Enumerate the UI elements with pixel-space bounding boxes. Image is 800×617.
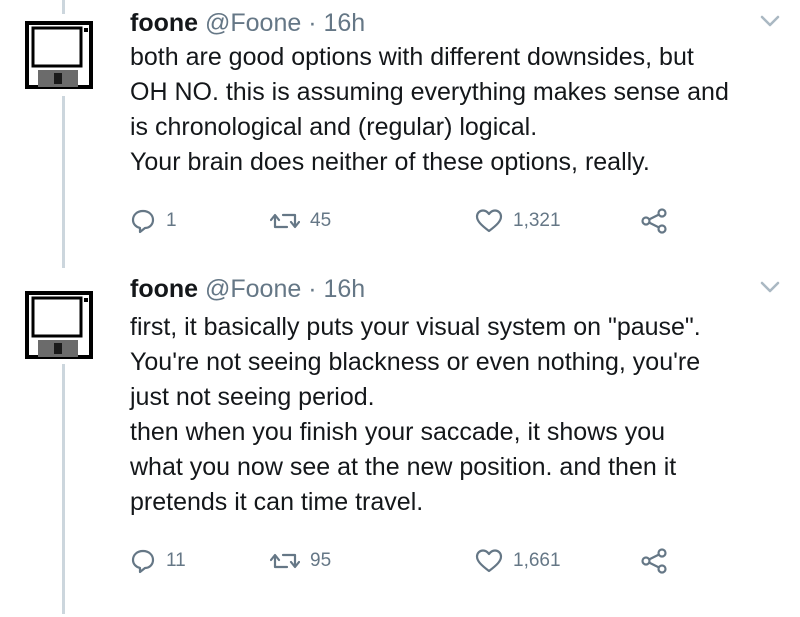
retweet-button[interactable]: 45 — [270, 206, 331, 236]
retweet-button[interactable]: 95 — [270, 546, 331, 576]
share-icon — [640, 208, 668, 234]
retweet-count: 45 — [310, 210, 332, 231]
chevron-down-icon[interactable] — [760, 14, 780, 28]
like-button[interactable]: 1,321 — [475, 206, 561, 236]
tweet-header: foone @Foone · 16h — [130, 274, 365, 304]
tweet-text-line: is chronological and (regular) logical. — [130, 113, 538, 141]
floppy-disk-avatar[interactable] — [24, 290, 94, 360]
retweet-icon — [270, 209, 300, 233]
reply-icon — [130, 548, 156, 574]
timestamp[interactable]: 16h — [324, 275, 366, 303]
share-button[interactable] — [640, 546, 668, 576]
author-handle[interactable]: @Foone — [205, 275, 301, 303]
author-name[interactable]: foone — [130, 9, 198, 37]
tweet-text-line: just not seeing period. — [130, 383, 375, 411]
reply-icon — [130, 208, 156, 234]
share-button[interactable] — [640, 206, 668, 236]
thread-connector-line — [62, 0, 65, 14]
tweet-text-line: OH NO. this is assuming everything makes… — [130, 78, 729, 106]
like-button[interactable]: 1,661 — [475, 546, 561, 576]
reply-count: 1 — [166, 210, 177, 231]
share-icon — [640, 548, 668, 574]
tweet-text-line: then when you finish your saccade, it sh… — [130, 418, 666, 446]
retweet-icon — [270, 549, 300, 573]
tweet-text-line: first, it basically puts your visual sys… — [130, 313, 701, 341]
like-count: 1,661 — [513, 550, 561, 571]
tweet-text: first, it basically puts your visual sys… — [130, 310, 701, 520]
tweet-text-line: Your brain does neither of these options… — [130, 148, 650, 176]
retweet-count: 95 — [310, 550, 332, 571]
thread-connector-line — [62, 96, 65, 268]
header-separator: · — [308, 275, 317, 303]
timestamp[interactable]: 16h — [324, 9, 366, 37]
floppy-disk-avatar[interactable] — [24, 20, 94, 90]
chevron-down-icon[interactable] — [760, 280, 780, 294]
tweet-header: foone @Foone · 16h — [130, 8, 365, 38]
reply-button[interactable]: 11 — [130, 546, 186, 576]
thread-connector-line — [62, 364, 65, 614]
reply-count: 11 — [166, 550, 186, 571]
author-handle[interactable]: @Foone — [205, 9, 301, 37]
heart-icon — [475, 208, 503, 234]
heart-icon — [475, 548, 503, 574]
tweet-text: both are good options with different dow… — [130, 40, 729, 180]
tweet-text-line: You're not seeing blackness or even noth… — [130, 348, 701, 376]
header-separator: · — [308, 9, 317, 37]
like-count: 1,321 — [513, 210, 561, 231]
tweet-text-line: both are good options with different dow… — [130, 43, 694, 71]
author-name[interactable]: foone — [130, 275, 198, 303]
reply-button[interactable]: 1 — [130, 206, 177, 236]
tweet-text-line: what you now see at the new position. an… — [130, 453, 677, 481]
tweet-text-line: pretends it can time travel. — [130, 488, 424, 516]
